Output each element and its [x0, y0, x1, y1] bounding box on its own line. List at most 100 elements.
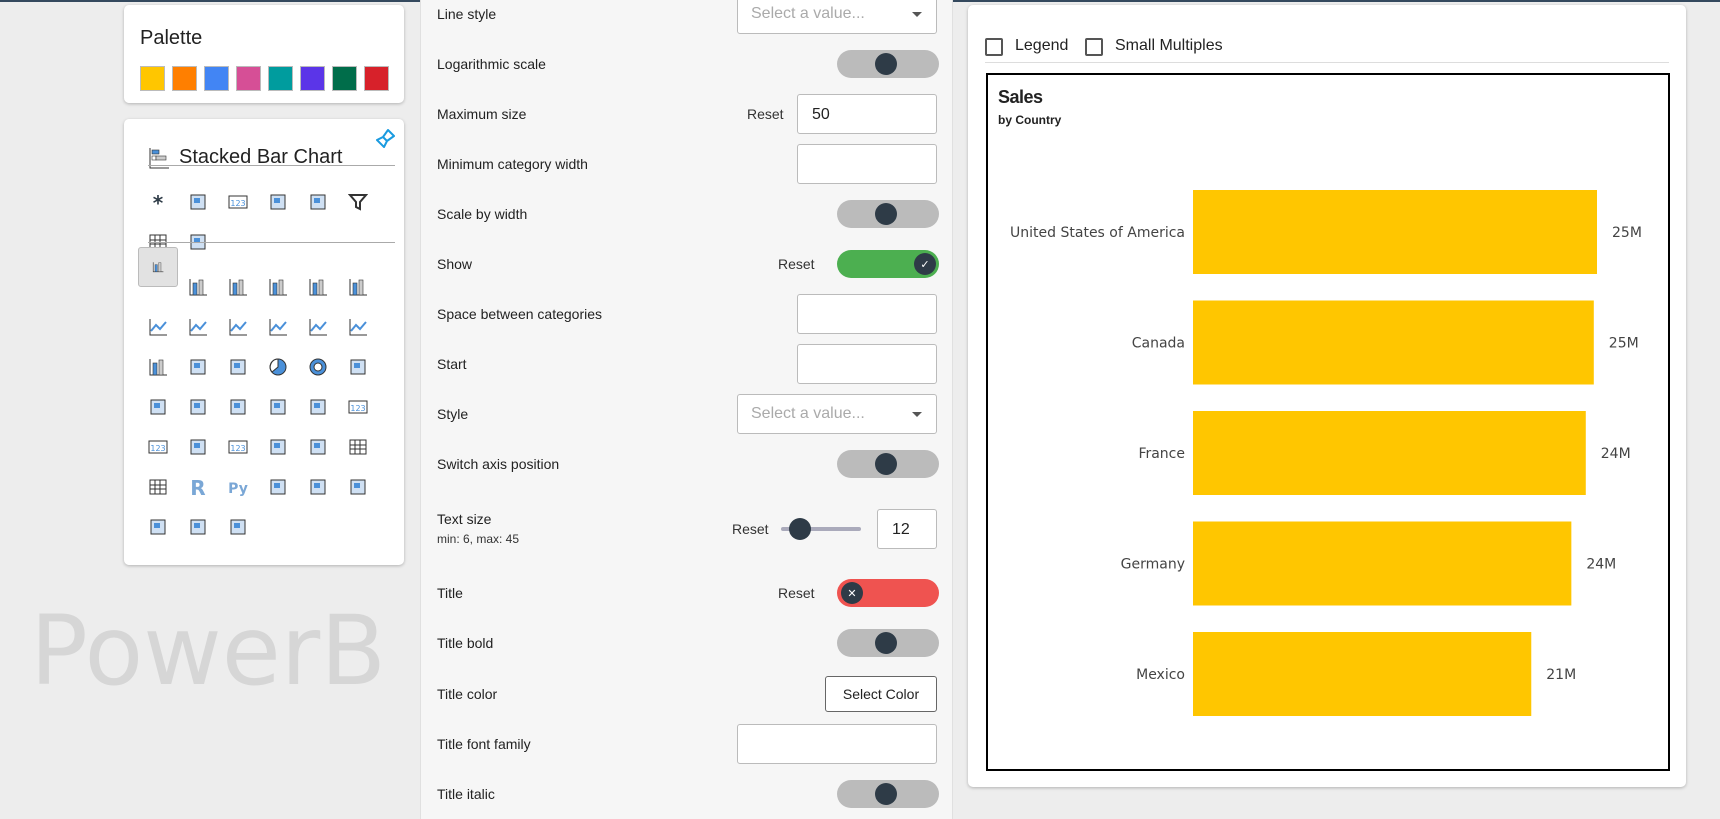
- title-bold-toggle[interactable]: [837, 629, 939, 657]
- min-category-width-input[interactable]: [797, 144, 937, 184]
- filter-icon[interactable]: [344, 188, 372, 216]
- legend-checkbox[interactable]: [985, 38, 1003, 56]
- setting-label: Start: [437, 356, 467, 372]
- matrix-table-icon[interactable]: [144, 473, 172, 501]
- bar[interactable]: [1193, 521, 1572, 606]
- text-size-hint: min: 6, max: 45: [437, 532, 520, 546]
- switch-axis-toggle[interactable]: [837, 450, 939, 478]
- text-size-slider[interactable]: [781, 518, 861, 540]
- bar[interactable]: [1193, 190, 1597, 274]
- x-icon: ✕: [841, 582, 863, 604]
- reset-button[interactable]: Reset: [747, 106, 784, 122]
- paintbrush-icon[interactable]: [374, 128, 396, 155]
- palette-swatch[interactable]: [236, 66, 261, 91]
- ribbon-chart-icon[interactable]: [344, 313, 372, 341]
- palette-title: Palette: [140, 27, 203, 49]
- space-between-input[interactable]: [797, 294, 937, 334]
- scale-by-width-toggle[interactable]: [837, 200, 939, 228]
- clustered-bar-icon[interactable]: [224, 273, 252, 301]
- shape-icon[interactable]: [184, 188, 212, 216]
- kpi-list-icon[interactable]: [184, 433, 212, 461]
- gauge-icon[interactable]: [304, 393, 332, 421]
- stacked-bar-chart-icon: [148, 147, 170, 174]
- line-stacked-column-icon[interactable]: [304, 313, 332, 341]
- qr-card-icon[interactable]: 123: [224, 188, 252, 216]
- reset-button[interactable]: Reset: [778, 585, 815, 601]
- stacked-column-icon[interactable]: [184, 273, 212, 301]
- slider-handle[interactable]: [789, 518, 812, 540]
- smart-slicer-icon[interactable]: [304, 433, 332, 461]
- python-visual-icon[interactable]: Py: [224, 473, 252, 501]
- line-style-select[interactable]: Select a value...: [737, 0, 937, 34]
- asterisk-icon[interactable]: *: [144, 188, 172, 216]
- start-input[interactable]: [797, 344, 937, 384]
- palette-swatch[interactable]: [204, 66, 229, 91]
- setting-label: Maximum size: [437, 106, 527, 122]
- 100-stacked-bar-icon[interactable]: [304, 273, 332, 301]
- setting-label: Title italic: [437, 786, 495, 802]
- toggle-knob: [875, 53, 897, 75]
- toggle-knob: [875, 632, 897, 654]
- log-scale-toggle[interactable]: [837, 50, 939, 78]
- area-chart-icon[interactable]: [184, 313, 212, 341]
- decomposition-tree-icon[interactable]: [304, 473, 332, 501]
- title-font-family-input[interactable]: [737, 724, 937, 764]
- show-toggle[interactable]: ✓: [837, 250, 939, 278]
- paginated-report-icon[interactable]: [224, 513, 252, 541]
- visual-picker-card: Stacked Bar Chart * 123 123 123 123 R Py: [124, 119, 404, 565]
- scatter-icon[interactable]: [224, 353, 252, 381]
- button-slicer-icon[interactable]: [304, 188, 332, 216]
- slicer-icon[interactable]: [264, 433, 292, 461]
- stacked-area-icon[interactable]: [224, 313, 252, 341]
- select-color-button[interactable]: Select Color: [825, 676, 937, 712]
- shapes-icon[interactable]: [264, 188, 292, 216]
- shape-map-icon[interactable]: [224, 393, 252, 421]
- max-size-input[interactable]: 50: [797, 94, 937, 134]
- palette-swatch[interactable]: [140, 66, 165, 91]
- text-box-icon[interactable]: [144, 513, 172, 541]
- stacked-bar-icon[interactable]: [138, 247, 178, 287]
- donut-icon[interactable]: [304, 353, 332, 381]
- kpi-icon[interactable]: 123: [224, 433, 252, 461]
- palette-swatch[interactable]: [364, 66, 389, 91]
- palette-swatch[interactable]: [300, 66, 325, 91]
- category-label: Canada: [1132, 336, 1185, 352]
- clustered-column-icon[interactable]: [264, 273, 292, 301]
- palette-swatch[interactable]: [172, 66, 197, 91]
- card-icon[interactable]: 123: [344, 393, 372, 421]
- setting-label: Logarithmic scale: [437, 56, 546, 72]
- table-icon[interactable]: [344, 433, 372, 461]
- bar[interactable]: [1193, 632, 1532, 716]
- bar[interactable]: [1193, 411, 1586, 495]
- multi-row-card-icon[interactable]: 123: [144, 433, 172, 461]
- r-visual-icon[interactable]: R: [184, 473, 212, 501]
- key-influencers-icon[interactable]: [264, 473, 292, 501]
- filled-map-icon[interactable]: [184, 393, 212, 421]
- style-select[interactable]: Select a value...: [737, 394, 937, 434]
- pie-icon[interactable]: [264, 353, 292, 381]
- waterfall-icon[interactable]: [144, 353, 172, 381]
- line-clustered-column-icon[interactable]: [264, 313, 292, 341]
- line-chart-icon[interactable]: [144, 313, 172, 341]
- title-toggle[interactable]: ✕: [837, 579, 939, 607]
- palette-swatch[interactable]: [268, 66, 293, 91]
- treemap-icon[interactable]: [344, 353, 372, 381]
- funnel-icon[interactable]: [184, 353, 212, 381]
- reset-button[interactable]: Reset: [778, 256, 815, 272]
- bar[interactable]: [1193, 300, 1594, 385]
- select-placeholder: Select a value...: [751, 405, 865, 422]
- map-icon[interactable]: [144, 393, 172, 421]
- azure-map-icon[interactable]: [264, 393, 292, 421]
- title-italic-toggle[interactable]: [837, 780, 939, 808]
- setting-label: Scale by width: [437, 206, 528, 222]
- caret-down-icon: [912, 12, 922, 17]
- 100-stacked-column-icon[interactable]: [344, 273, 372, 301]
- qa-icon[interactable]: [344, 473, 372, 501]
- category-label: United States of America: [1010, 225, 1185, 241]
- small-multiples-checkbox[interactable]: [1085, 38, 1103, 56]
- palette-swatch[interactable]: [332, 66, 357, 91]
- chart-frame: Sales by Country United States of Americ…: [986, 73, 1670, 771]
- trophy-icon[interactable]: [184, 513, 212, 541]
- reset-button[interactable]: Reset: [732, 521, 769, 537]
- text-size-input[interactable]: 12: [877, 509, 937, 549]
